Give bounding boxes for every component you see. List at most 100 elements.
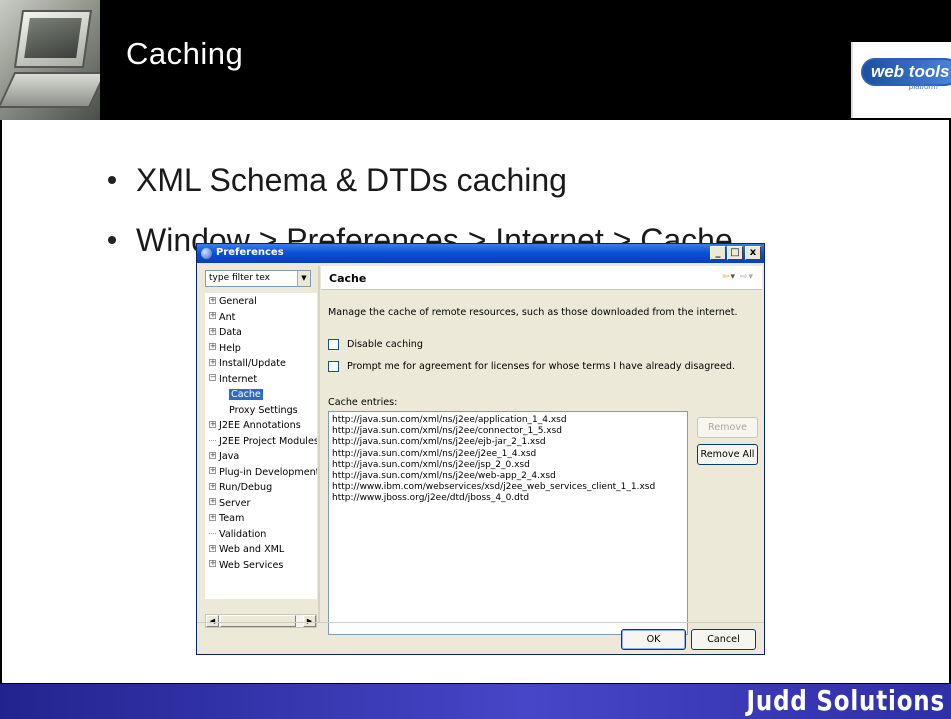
tree-item[interactable]: + Run/Debug [209,480,272,495]
slide-header: Caching web tools platform [0,0,951,120]
tree-item[interactable]: + Server [209,496,250,511]
tree-item[interactable]: Cache [229,387,263,402]
slide-title: Caching [126,36,244,71]
bullet-item: XML Schema & DTDs caching [108,162,567,199]
cache-entry[interactable]: http://java.sun.com/xml/ns/j2ee/web-app_… [332,471,556,482]
tree-item-label: Server [219,497,251,509]
remove-button[interactable]: Remove [697,417,758,438]
tree-item-label: Install/Update [219,358,286,369]
tree-item[interactable]: + J2EE Annotations [209,418,301,433]
cache-entry[interactable]: http://java.sun.com/xml/ns/j2ee/ejb-jar_… [332,437,546,448]
preference-tree: + General + Ant + Data + Help + Install/Update − In… [205,293,317,599]
cache-entry[interactable]: http://java.sun.com/xml/ns/j2ee/applicat… [332,415,567,426]
tree-item[interactable]: + Install/Update [209,356,286,371]
cancel-button[interactable]: Cancel [691,629,756,650]
slide: Caching web tools platform XML Schema & … [0,0,951,719]
expand-icon[interactable]: + [209,513,216,521]
expand-icon[interactable]: + [209,327,216,335]
expand-icon[interactable]: + [209,451,216,459]
cache-entry[interactable]: http://www.ibm.com/webservices/xsd/j2ee_… [332,482,655,493]
webtools-logo: web tools platform [851,42,951,118]
collapse-icon[interactable]: − [209,374,216,381]
bullet-dot-icon [108,175,116,184]
tree-connector-icon [209,533,216,534]
tree-item-label: Plug-in Development [219,466,317,478]
tree-item-label: Validation [219,528,267,540]
dialog-titlebar[interactable]: Preferences _ □ x [197,244,764,263]
tree-item-label: Web and XML [219,544,285,555]
expand-icon[interactable]: + [209,560,216,567]
preference-navigation: type filter tex ▼ + General + Ant + Data + Help… [201,266,317,628]
tree-item[interactable]: + Data [209,325,242,340]
tree-item-label: J2EE Annotations [219,420,301,431]
cache-entry[interactable]: http://java.sun.com/xml/ns/j2ee/j2ee_1_4… [332,449,536,460]
prompt-license-checkbox[interactable] [328,361,339,372]
history-navigation[interactable]: ⇦▾ ⇨▾ [722,272,754,282]
tree-item[interactable]: + Plug-in Development [209,465,317,480]
tree-connector-icon [209,440,216,441]
tree-item[interactable]: Validation [209,527,266,542]
expand-icon[interactable]: + [209,420,216,428]
pane-splitter[interactable] [318,266,320,622]
eclipse-icon [201,248,212,259]
tree-item[interactable]: + Web Services [209,558,283,573]
tree-item[interactable]: + Java [209,449,239,464]
back-menu-chevron-icon[interactable]: ▾ [731,272,737,282]
tree-item-label: Internet [219,373,258,385]
expand-icon[interactable]: + [209,467,216,474]
expand-icon[interactable]: + [209,343,216,350]
cache-entries-list[interactable]: http://java.sun.com/xml/ns/j2ee/applicat… [328,411,688,635]
tree-item-label: Team [219,513,245,524]
logo-subtext: platform [909,82,938,91]
dialog-footer: OK Cancel [197,622,764,654]
tree-item-label: Web Services [219,559,284,571]
tree-item-label: Run/Debug [219,482,273,493]
slide-footer: Judd Solutions [0,684,951,719]
expand-icon[interactable]: + [209,482,216,490]
expand-icon[interactable]: + [209,358,216,366]
forward-menu-chevron-icon[interactable]: ▾ [748,272,754,282]
expand-icon[interactable]: + [209,498,216,505]
cache-entry[interactable]: http://java.sun.com/xml/ns/j2ee/jsp_2_0.… [332,460,530,471]
preferences-dialog: Preferences _ □ x type filter tex ▼ + Gen… [196,243,765,655]
chevron-down-icon[interactable]: ▼ [297,271,310,286]
footer-brand: Judd Solutions [746,684,945,717]
tree-item[interactable]: − Internet [209,372,257,387]
expand-icon[interactable]: + [209,312,216,319]
disable-caching-checkbox[interactable] [328,339,339,350]
expand-icon[interactable]: + [209,296,216,304]
filter-input[interactable]: type filter tex ▼ [205,270,311,287]
dialog-title: Preferences [216,247,284,258]
cache-entry[interactable]: http://www.jboss.org/j2ee/dtd/jboss_4_0.… [332,493,529,504]
tree-item[interactable]: + Team [209,511,244,526]
page-description: Manage the cache of remote resources, su… [328,307,738,318]
disable-caching-label[interactable]: Disable caching [347,339,423,350]
close-button[interactable]: x [745,246,761,260]
minimize-button[interactable]: _ [710,246,726,260]
tree-item-label: Proxy Settings [229,404,298,416]
tree-item-label: Ant [219,311,236,323]
page-header: Cache ⇦▾ ⇨▾ [321,266,762,290]
tree-item[interactable]: + Ant [209,310,235,325]
remove-all-button[interactable]: Remove All [697,444,758,465]
tree-item[interactable]: J2EE Project Modules [209,434,317,449]
tree-item[interactable]: + Web and XML [209,542,284,557]
cache-entries-label: Cache entries: [328,397,398,408]
tree-item-label: General [219,296,257,307]
laptop-image [0,0,100,120]
tree-item-label: Java [219,451,240,462]
tree-item[interactable]: + General [209,294,257,309]
prompt-license-label[interactable]: Prompt me for agreement for licenses for… [347,361,735,372]
cache-entry[interactable]: http://java.sun.com/xml/ns/j2ee/connecto… [332,426,562,437]
back-arrow-icon[interactable]: ⇦ [722,272,731,282]
ok-button[interactable]: OK [621,629,686,650]
tree-item-label: Data [219,327,242,338]
page-title: Cache [329,272,367,285]
tree-item[interactable]: + Help [209,341,241,356]
bullet-dot-icon [108,235,116,244]
expand-icon[interactable]: + [209,544,216,552]
tree-item-label: Cache [229,389,263,400]
maximize-button[interactable]: □ [727,246,743,260]
tree-item[interactable]: Proxy Settings [229,403,298,418]
tree-item-label: Help [219,342,241,354]
